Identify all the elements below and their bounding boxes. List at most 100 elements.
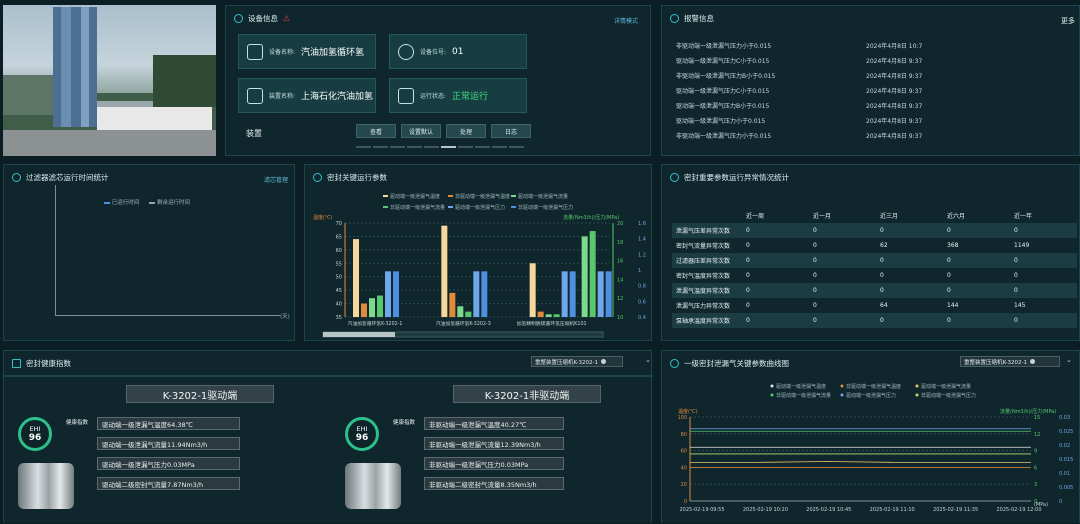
alarm-row[interactable]: 非驱动端一级泄漏气压力小于0.015 2024年4月8日 10:7 bbox=[676, 41, 1071, 55]
process-button[interactable]: 处理 bbox=[446, 124, 486, 138]
row-label: 泵轴承温度异常次数 bbox=[672, 313, 742, 328]
table-cell: 0 bbox=[809, 253, 876, 268]
alarm-row[interactable]: 驱动端一级泄漏气压力C小于0.015 2024年4月8日 9:37 bbox=[676, 86, 1071, 100]
alarm-date: 2024年4月8日 9:37 bbox=[866, 73, 923, 80]
bar[interactable] bbox=[385, 271, 391, 317]
legend-swatch[interactable] bbox=[770, 384, 774, 388]
device-position-value: 01 bbox=[452, 46, 464, 57]
y-tick-right2: 14 bbox=[617, 277, 623, 283]
legend-swatch[interactable] bbox=[915, 393, 919, 397]
alarm-text: 驱动端一级泄漏气压力C小于0.015 bbox=[676, 58, 770, 65]
alarm-row[interactable]: 驱动端一级泄漏气压力B小于0.015 2024年4月8日 9:37 bbox=[676, 101, 1071, 115]
building-illustration bbox=[3, 7, 216, 156]
y-tick: 0 bbox=[684, 499, 687, 505]
log-button[interactable]: 日志 bbox=[491, 124, 531, 138]
monitor-icon bbox=[398, 87, 414, 104]
legend-label: 驱动端一级泄漏气温度 bbox=[390, 193, 440, 200]
scrollbar-thumb[interactable] bbox=[323, 332, 395, 337]
bar[interactable] bbox=[581, 236, 588, 317]
seal-image bbox=[345, 463, 401, 509]
bar[interactable] bbox=[393, 271, 399, 317]
device-info-panel: 设备信息 ⚠ 详情模式 设备名称: 汽油加氢循环氢 设备位号: 01 装置名称:… bbox=[225, 5, 651, 156]
clear-icon[interactable] bbox=[601, 359, 606, 364]
bar[interactable] bbox=[457, 306, 464, 317]
bar[interactable] bbox=[377, 295, 383, 317]
legend-swatch[interactable] bbox=[840, 393, 844, 397]
legend-swatch[interactable] bbox=[448, 206, 453, 208]
y-tick-right2: 18 bbox=[617, 240, 623, 246]
column-header: 近一周 bbox=[746, 212, 765, 220]
y-axis-label-right: 流量(Nm3/h)/压力(MPa) bbox=[563, 214, 619, 221]
chart-icon bbox=[12, 172, 21, 182]
bar[interactable] bbox=[465, 311, 472, 317]
y-tick-right: 1.6 bbox=[638, 221, 646, 227]
legend-swatch[interactable] bbox=[448, 195, 453, 197]
bar[interactable] bbox=[529, 263, 536, 317]
y-tick-right: 0.6 bbox=[638, 299, 646, 305]
bar[interactable] bbox=[605, 271, 612, 317]
y-tick-right2: 0.03 bbox=[1059, 415, 1070, 421]
bar[interactable] bbox=[569, 271, 576, 317]
device-position-label: 设备位号: bbox=[420, 49, 447, 56]
alarm-date: 2024年4月8日 9:37 bbox=[866, 88, 923, 95]
pager-dot[interactable] bbox=[407, 146, 422, 148]
view-button[interactable]: 查看 bbox=[356, 124, 396, 138]
abnormal-stats-panel: 密封重要参数运行异常情况统计 近一周 近一月 近三月 近六月 近一年 泄漏气压差异常次数 0… bbox=[661, 164, 1080, 341]
unit-header: K-3202-1非驱动端 bbox=[453, 385, 601, 403]
bar[interactable] bbox=[449, 292, 456, 317]
filter-manage-link[interactable]: 滤芯管理 bbox=[264, 175, 288, 184]
alarm-row[interactable]: 非驱动端一级泄漏气压力小于0.015 2024年4月8日 9:37 bbox=[676, 131, 1071, 145]
health-title-text: 密封健康指数 bbox=[26, 358, 71, 368]
legend-swatch[interactable] bbox=[383, 206, 388, 208]
pager-dot[interactable] bbox=[458, 146, 473, 148]
bar[interactable] bbox=[589, 231, 596, 317]
y-tick: 40 bbox=[681, 465, 687, 471]
pager-dot[interactable] bbox=[390, 146, 405, 148]
pager-dot[interactable] bbox=[424, 146, 439, 148]
health-index-label: 健康指数 bbox=[393, 420, 416, 426]
bar[interactable] bbox=[369, 298, 375, 317]
bar[interactable] bbox=[553, 314, 560, 317]
bar[interactable] bbox=[561, 271, 568, 317]
bar[interactable] bbox=[597, 271, 604, 317]
y-axis bbox=[55, 185, 56, 315]
x-tick: 2025-02-19 09:55 bbox=[679, 507, 724, 513]
pager-dot[interactable] bbox=[475, 146, 490, 148]
alarm-row[interactable]: 驱动端一级泄漏气压力小于0.015 2024年4月8日 9:37 bbox=[676, 116, 1071, 130]
bar[interactable] bbox=[473, 271, 480, 317]
pager-dot[interactable] bbox=[356, 146, 371, 148]
table-cell: 368 bbox=[947, 242, 959, 249]
bar[interactable] bbox=[361, 303, 367, 317]
health-device-select[interactable]: 重整装置压缩机K-3202-1 bbox=[531, 356, 623, 367]
legend-swatch[interactable] bbox=[511, 206, 516, 208]
legend-run[interactable]: 已运行时间 bbox=[104, 198, 139, 206]
bar[interactable] bbox=[481, 271, 488, 317]
alarm-row[interactable]: 驱动端一级泄漏气压力C小于0.015 2024年4月8日 9:37 bbox=[676, 56, 1071, 70]
detail-mode-link[interactable]: 详情模式 bbox=[614, 16, 638, 25]
legend-swatch[interactable] bbox=[840, 384, 844, 388]
set-default-button[interactable]: 设置默认 bbox=[401, 124, 441, 138]
pager-dot[interactable] bbox=[373, 146, 388, 148]
alarm-row[interactable]: 非驱动端一级泄漏气压力B小于0.015 2024年4月8日 9:37 bbox=[676, 71, 1071, 85]
more-link[interactable]: 更多 bbox=[1061, 16, 1075, 26]
pager-dot[interactable] bbox=[509, 146, 524, 148]
y-tick: 35 bbox=[336, 315, 342, 321]
bar[interactable] bbox=[537, 311, 544, 317]
legend-remain[interactable]: 剩余运行时间 bbox=[149, 198, 190, 206]
pager-dot-active[interactable] bbox=[441, 146, 456, 148]
pager-dot[interactable] bbox=[492, 146, 507, 148]
x-tick: 2025-02-19 12:00 bbox=[996, 507, 1041, 513]
bar[interactable] bbox=[441, 225, 448, 317]
legend-swatch[interactable] bbox=[383, 195, 388, 197]
health-metric: 驱动端一级泄漏气压力0.03MPa bbox=[97, 457, 240, 470]
chevron-down-icon[interactable]: ⌄ bbox=[645, 356, 651, 364]
ehi-label: EHI bbox=[29, 425, 41, 433]
seal-image bbox=[18, 463, 74, 509]
row-label: 过滤器压差异常次数 bbox=[672, 253, 742, 268]
bar[interactable] bbox=[545, 314, 552, 317]
legend-swatch[interactable] bbox=[770, 393, 774, 397]
legend-swatch[interactable] bbox=[915, 384, 919, 388]
bar[interactable] bbox=[353, 239, 359, 317]
table-cell: 0 bbox=[1010, 283, 1077, 298]
legend-swatch[interactable] bbox=[511, 195, 516, 197]
